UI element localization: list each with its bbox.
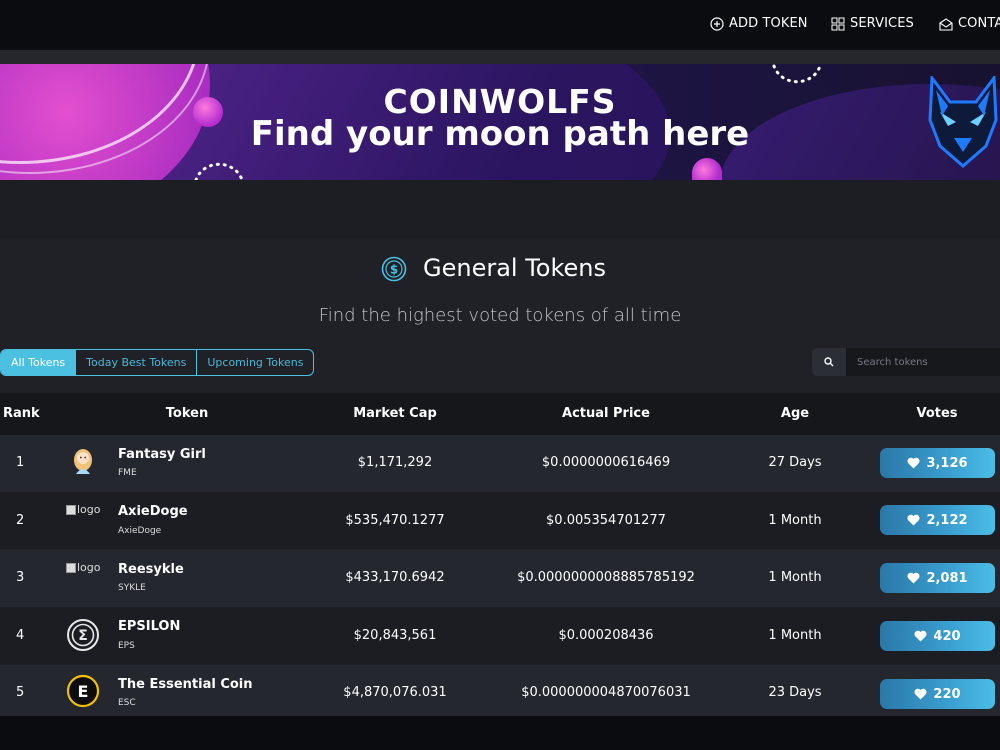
sigma-coin-icon: Σ (67, 619, 99, 651)
logo-alt-text: logo (77, 561, 101, 574)
vote-count: 2,122 (926, 512, 968, 528)
age-cell: 23 Days (768, 685, 822, 700)
age-cell: 1 Month (768, 570, 822, 585)
header-token[interactable]: Token (166, 406, 208, 421)
header-votes[interactable]: Votes (916, 406, 957, 421)
token-filter-tabs: All Tokens Today Best Tokens Upcoming To… (0, 349, 315, 376)
table-row[interactable]: 5 E The Essential Coin ESC $4,870,076.03… (0, 665, 1000, 717)
broken-image-glyph (66, 504, 76, 515)
price-cell: $0.0000000008885785192 (517, 570, 695, 585)
dotted-arc-decoration (194, 162, 244, 180)
age-cell: 27 Days (768, 455, 822, 470)
token-symbol: FME (118, 468, 137, 478)
heart-icon (907, 572, 920, 584)
tab-all-tokens[interactable]: All Tokens (1, 350, 77, 375)
add-token-label: ADD TOKEN (729, 16, 808, 31)
header-rank[interactable]: Rank (3, 406, 40, 421)
orb-decoration (692, 158, 722, 180)
e-coin-icon: E (66, 674, 100, 708)
svg-text:E: E (78, 682, 89, 701)
market-cap-cell: $433,170.6942 (345, 570, 445, 585)
vote-button[interactable]: 2,081 (880, 563, 995, 593)
age-cell: 1 Month (768, 513, 822, 528)
market-cap-cell: $4,870,076.031 (343, 685, 447, 700)
vote-button[interactable]: 420 (880, 621, 995, 651)
logo-alt-text: logo (77, 503, 101, 516)
token-name[interactable]: The Essential Coin (118, 677, 253, 692)
vote-count: 420 (933, 628, 961, 644)
svg-text:Σ: Σ (78, 628, 88, 644)
avatar-girl-icon (74, 449, 92, 474)
table-row[interactable]: 2 logo AxieDoge AxieDoge $535,470.1277 $… (0, 492, 1000, 549)
price-cell: $0.000208436 (558, 628, 654, 643)
header-age[interactable]: Age (781, 406, 809, 421)
banner-subtitle: Find your moon path here (250, 114, 750, 154)
search-input[interactable] (846, 348, 1000, 376)
vote-button[interactable]: 2,122 (880, 505, 995, 535)
age-cell: 1 Month (768, 628, 822, 643)
broken-image-icon: logo (66, 503, 101, 516)
vote-count: 3,126 (926, 455, 968, 471)
table-row[interactable]: 1 Fantasy Girl FME $1,171,292 $0.0000000… (0, 435, 1000, 492)
grid-icon (831, 17, 845, 30)
price-cell: $0.0000000616469 (541, 455, 671, 470)
broken-image-icon: logo (66, 561, 101, 574)
top-nav: ADD TOKEN SERVICES CONTA (0, 0, 1000, 50)
market-cap-cell: $20,843,561 (353, 628, 437, 643)
token-symbol: EPS (118, 641, 135, 651)
rank-cell: 3 (16, 570, 25, 585)
rank-cell: 5 (16, 685, 25, 700)
nav-divider (0, 50, 1000, 64)
table-header: Rank Token Market Cap Actual Price Age V… (0, 393, 1000, 435)
token-name[interactable]: EPSILON (118, 619, 180, 634)
rank-cell: 2 (16, 513, 25, 528)
header-actual-price[interactable]: Actual Price (562, 406, 650, 421)
add-token-link[interactable]: ADD TOKEN (710, 16, 808, 31)
tab-today-best-tokens[interactable]: Today Best Tokens (76, 350, 198, 375)
dollar-circle-icon: $ (381, 256, 407, 282)
vote-button[interactable]: 3,126 (880, 448, 995, 478)
token-symbol: SYKLE (118, 583, 146, 593)
broken-image-glyph (66, 562, 76, 573)
section-subtitle: Find the highest voted tokens of all tim… (318, 305, 682, 326)
plus-circle-icon (710, 16, 724, 31)
token-name[interactable]: Reesykle (118, 562, 184, 577)
svg-text:$: $ (390, 263, 398, 277)
vote-count: 2,081 (926, 570, 968, 586)
token-name[interactable]: Fantasy Girl (118, 447, 206, 462)
wolf-logo-icon (928, 76, 998, 168)
table-row[interactable]: 4 Σ EPSILON EPS $20,843,561 $0.000208436… (0, 607, 1000, 664)
heart-icon (914, 688, 927, 700)
contact-label: CONTA (958, 16, 1000, 31)
heart-icon (914, 630, 927, 642)
services-link[interactable]: SERVICES (831, 16, 914, 31)
vote-button[interactable]: 220 (880, 679, 995, 709)
search-box (812, 348, 1000, 376)
price-cell: $0.005354701277 (546, 513, 666, 528)
vote-count: 220 (933, 686, 961, 702)
price-cell: $0.000000004870076031 (521, 685, 691, 700)
services-label: SERVICES (850, 16, 914, 31)
search-icon[interactable] (812, 348, 846, 376)
header-market-cap[interactable]: Market Cap (353, 406, 437, 421)
contact-link[interactable]: CONTA (939, 16, 1000, 31)
rank-cell: 4 (16, 628, 25, 643)
market-cap-cell: $1,171,292 (357, 455, 433, 470)
banner-spacer (0, 180, 1000, 238)
tab-upcoming-tokens[interactable]: Upcoming Tokens (197, 350, 313, 375)
table-row[interactable]: 3 logo Reesykle SYKLE $433,170.6942 $0.0… (0, 550, 1000, 607)
market-cap-cell: $535,470.1277 (345, 513, 445, 528)
rank-cell: 1 (16, 455, 25, 470)
envelope-open-icon (939, 17, 953, 31)
token-name[interactable]: AxieDoge (118, 504, 188, 519)
token-symbol: ESC (118, 698, 136, 708)
heart-icon (907, 457, 920, 469)
page-footer-band (0, 716, 1000, 750)
token-symbol: AxieDoge (118, 526, 162, 536)
section-title: General Tokens (423, 254, 606, 282)
heart-icon (907, 514, 920, 526)
